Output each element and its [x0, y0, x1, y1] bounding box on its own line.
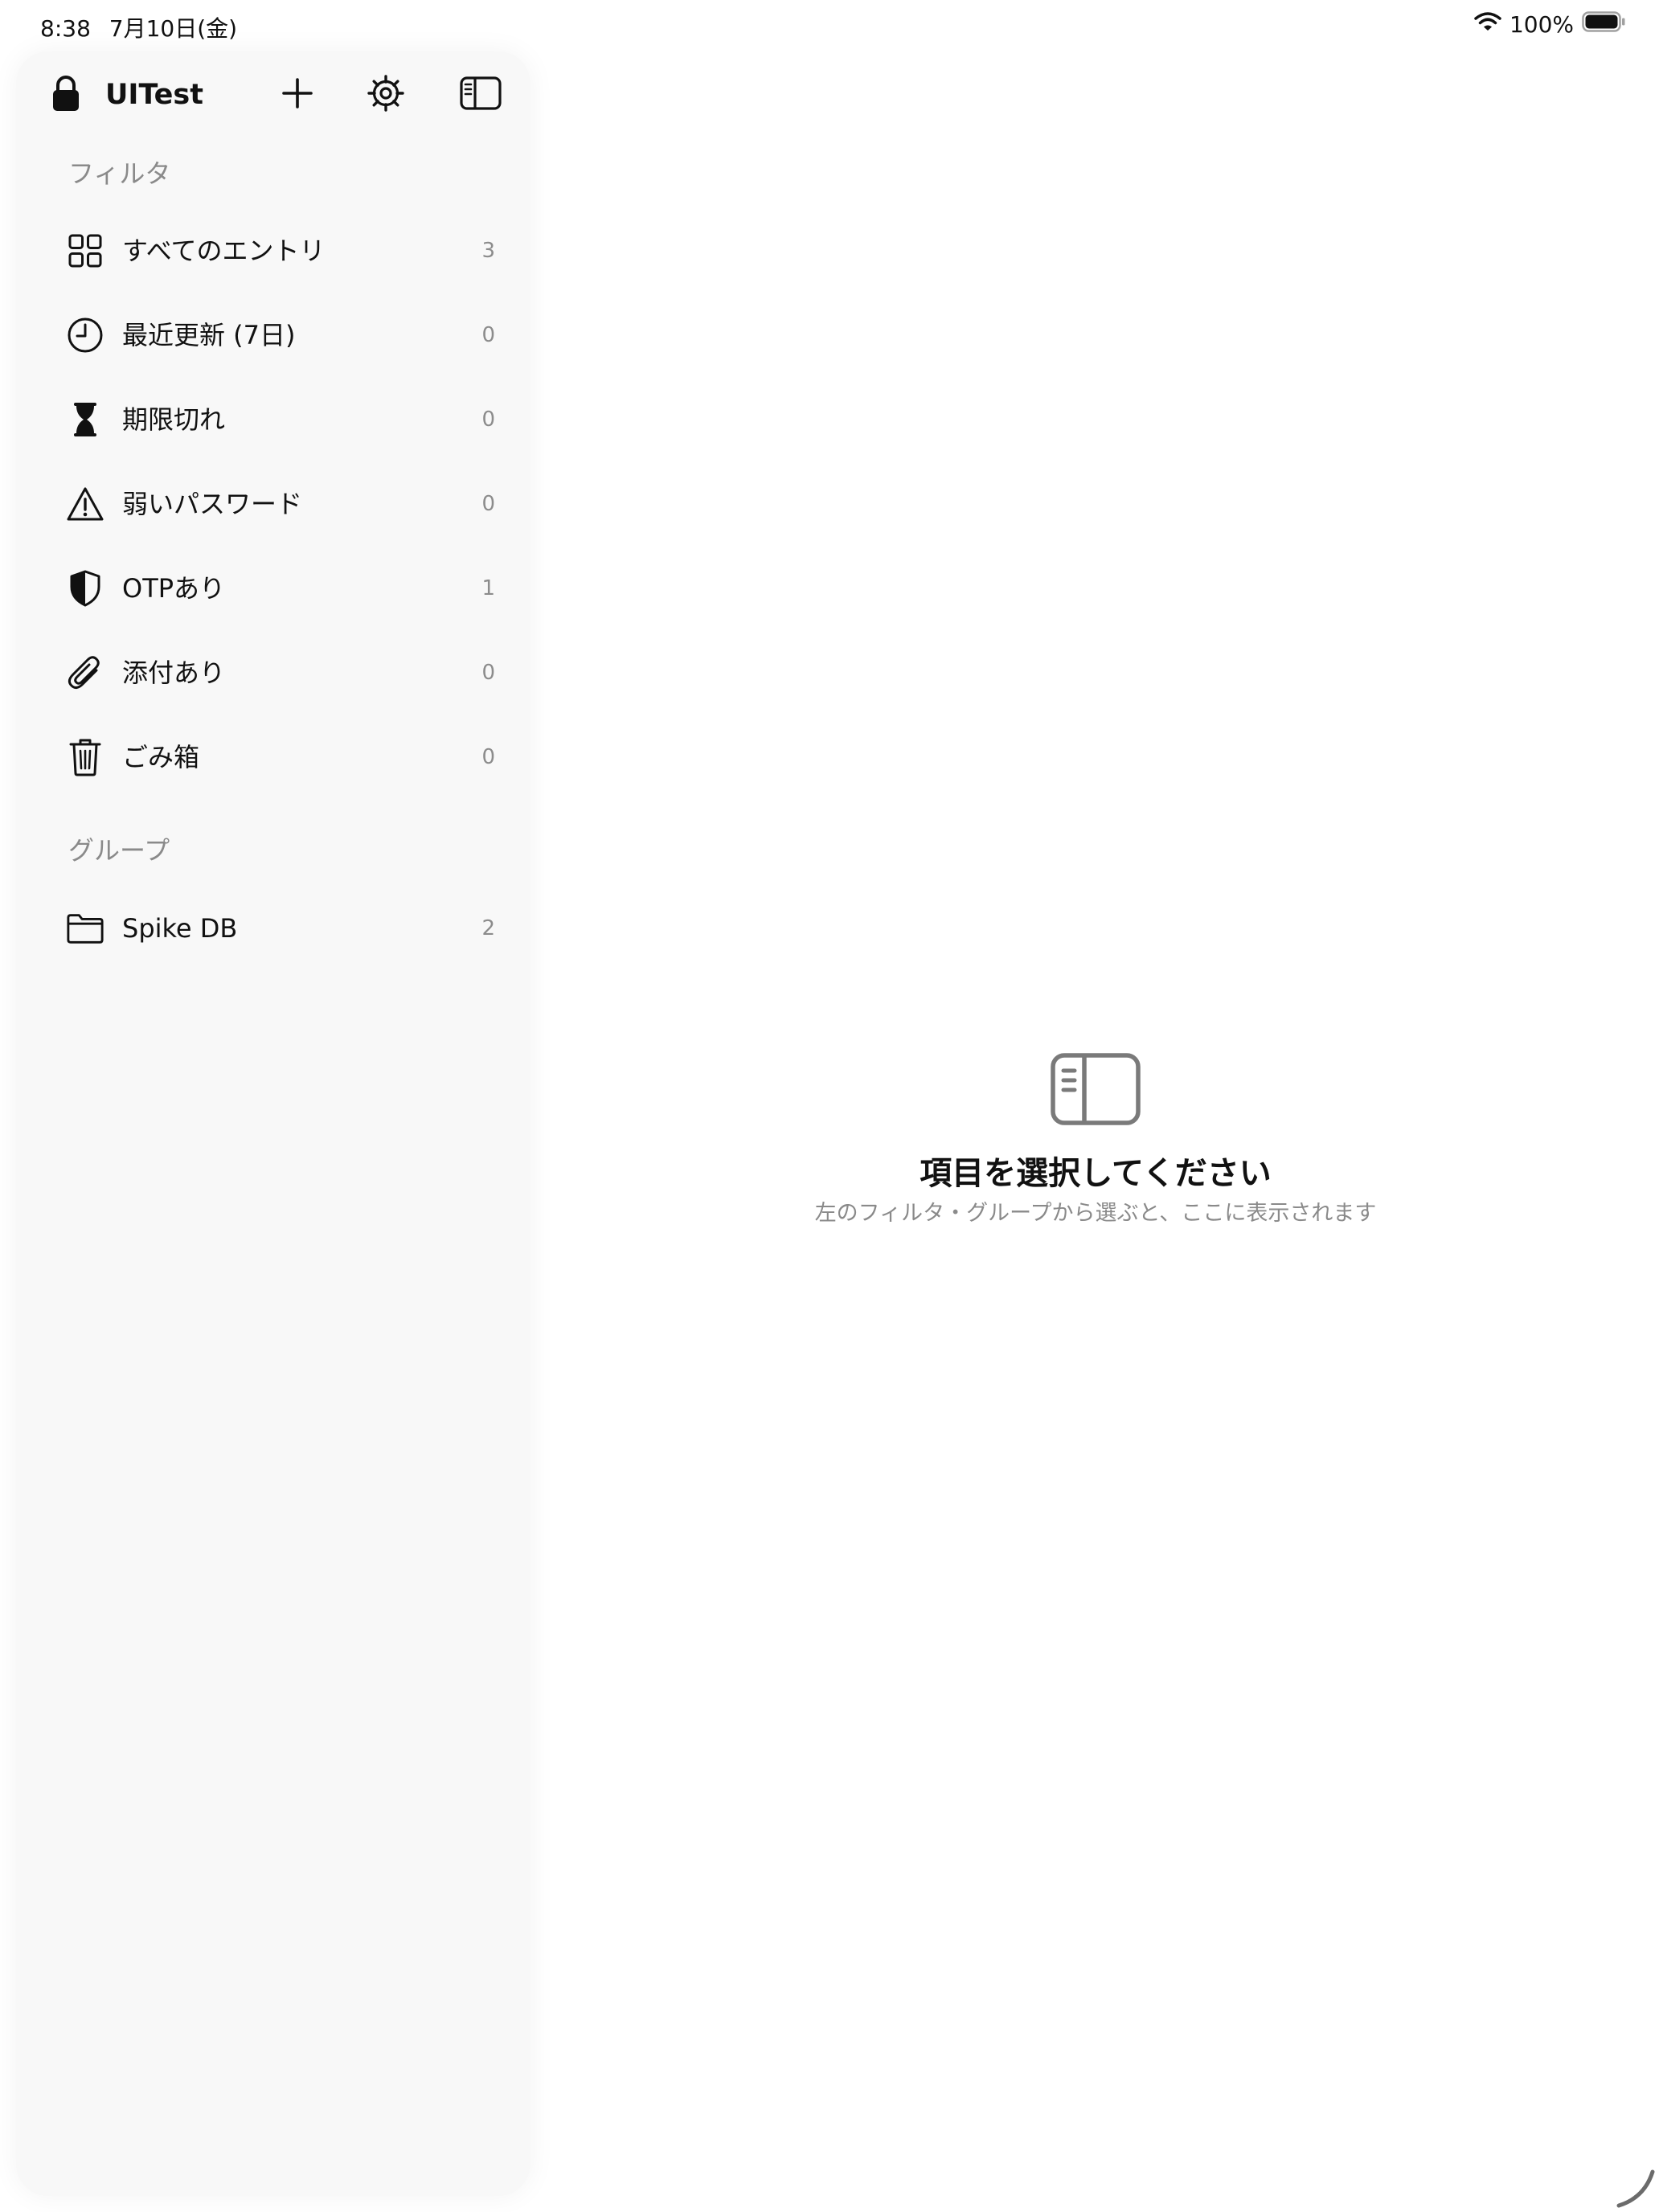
sidebar-item-count: 1 — [481, 576, 495, 600]
folder-icon — [66, 909, 104, 948]
status-date: 7月10日(金) — [109, 15, 238, 42]
sidebar: UITest フィルタ すべてのエントリ 3 最近更新 (7日) 0 期限切れ … — [16, 51, 530, 2196]
sidebar-item-has-otp[interactable]: OTPあり 1 — [16, 548, 530, 629]
trash-icon — [66, 738, 104, 776]
sidebar-item-count: 3 — [481, 239, 495, 263]
sidebar-item-label: ごみ箱 — [122, 742, 200, 772]
paperclip-icon — [66, 653, 104, 692]
window-resize-handle[interactable] — [1612, 2165, 1656, 2212]
lock-icon — [51, 75, 80, 115]
add-button[interactable] — [272, 69, 323, 121]
detail-empty-title: 項目を選択してください — [920, 1155, 1272, 1192]
sidebar-item-label: 最近更新 (7日) — [122, 320, 296, 350]
sidebar-item-expired[interactable]: 期限切れ 0 — [16, 379, 530, 460]
app-title: UITest — [105, 79, 203, 111]
sidebar-item-label: 添付あり — [122, 657, 226, 688]
status-indicators: 100% — [1474, 11, 1627, 38]
filters-section-header: フィルタ — [68, 158, 171, 189]
sidebar-icon — [460, 76, 502, 113]
sidebar-item-count: 0 — [481, 492, 495, 516]
battery-percent: 100% — [1509, 11, 1574, 38]
sidebar-item-label: OTPあり — [122, 573, 226, 604]
status-bar: 8:38 7月10日(金) 100% — [0, 0, 1659, 51]
detail-empty-subtitle: 左のフィルタ・グループから選ぶと、ここに表示されます — [814, 1201, 1377, 1226]
sidebar-toggle-button[interactable] — [455, 69, 506, 121]
status-clock: 8:38 — [40, 15, 91, 42]
battery-icon — [1582, 11, 1627, 38]
groups-section-header: グループ — [68, 835, 170, 866]
status-time: 8:38 7月10日(金) — [40, 11, 237, 43]
sidebar-item-count: 0 — [481, 745, 495, 769]
grid-icon — [66, 231, 104, 270]
settings-button[interactable] — [360, 69, 412, 121]
shield-icon — [66, 569, 104, 608]
sidebar-item-label: Spike DB — [122, 913, 238, 944]
sidebar-item-count: 0 — [481, 408, 495, 432]
sidebar-item-has-attachments[interactable]: 添付あり 0 — [16, 633, 530, 713]
sidebar-item-trash[interactable]: ごみ箱 0 — [16, 717, 530, 797]
sidebar-item-recently-updated[interactable]: 最近更新 (7日) 0 — [16, 295, 530, 375]
lock-button[interactable] — [40, 69, 92, 121]
plus-icon — [281, 77, 313, 113]
sidebar-item-label: 期限切れ — [122, 404, 226, 435]
sidebar-toolbar: UITest — [16, 51, 530, 140]
sidebar-item-weak-passwords[interactable]: 弱いパスワード 0 — [16, 464, 530, 544]
hourglass-icon — [66, 400, 104, 439]
sidebar-item-label: すべてのエントリ — [122, 236, 326, 266]
warning-icon — [66, 485, 104, 523]
sidebar-item-all-entries[interactable]: すべてのエントリ 3 — [16, 211, 530, 291]
sidebar-item-count: 2 — [481, 916, 495, 940]
sidebar-icon — [547, 1053, 1645, 1129]
wifi-icon — [1474, 11, 1501, 38]
detail-empty-state: 項目を選択してください 左のフィルタ・グループから選ぶと、ここに表示されます — [547, 1053, 1645, 1230]
sidebar-item-count: 0 — [481, 323, 495, 347]
sidebar-group-spike-db[interactable]: Spike DB 2 — [16, 888, 530, 969]
clock-icon — [66, 316, 104, 354]
sidebar-item-count: 0 — [481, 661, 495, 685]
sidebar-item-label: 弱いパスワード — [122, 489, 303, 519]
gear-icon — [367, 74, 405, 116]
